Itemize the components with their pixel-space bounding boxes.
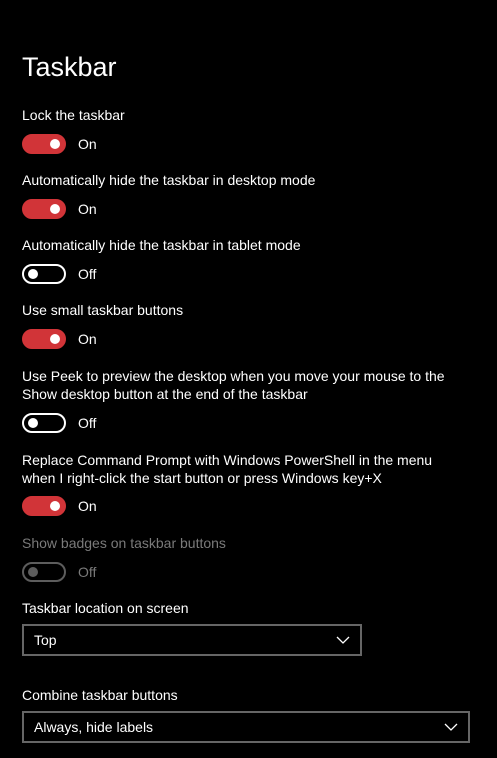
setting-label: Lock the taskbar bbox=[22, 107, 125, 123]
setting-autohide-desktop: Automatically hide the taskbar in deskto… bbox=[22, 171, 472, 219]
autohide-tablet-toggle[interactable] bbox=[22, 264, 66, 284]
badges-toggle bbox=[22, 562, 66, 582]
toggle-knob bbox=[50, 204, 60, 214]
setting-label: Use small taskbar buttons bbox=[22, 302, 184, 318]
autohide-desktop-toggle[interactable] bbox=[22, 199, 66, 219]
toggle-state-text: Off bbox=[78, 415, 97, 431]
setting-combine-buttons: Combine taskbar buttons Always, hide lab… bbox=[22, 686, 472, 743]
setting-label: Automatically hide the taskbar in tablet… bbox=[22, 237, 301, 253]
setting-peek: Use Peek to preview the desktop when you… bbox=[22, 367, 472, 433]
combine-buttons-dropdown[interactable]: Always, hide labels bbox=[22, 711, 470, 743]
toggle-knob bbox=[28, 567, 38, 577]
powershell-toggle[interactable] bbox=[22, 496, 66, 516]
toggle-state-text: On bbox=[78, 331, 97, 347]
toggle-state-text: On bbox=[78, 136, 97, 152]
setting-powershell: Replace Command Prompt with Windows Powe… bbox=[22, 451, 472, 516]
lock-taskbar-toggle[interactable] bbox=[22, 134, 66, 154]
toggle-knob bbox=[28, 269, 38, 279]
combine-buttons-value: Always, hide labels bbox=[34, 719, 154, 735]
chevron-down-icon bbox=[336, 636, 350, 644]
chevron-down-icon bbox=[444, 723, 458, 731]
setting-label: Automatically hide the taskbar in deskto… bbox=[22, 172, 316, 188]
setting-label-line-1: Use Peek to preview the desktop when you… bbox=[22, 368, 445, 384]
toggle-knob bbox=[50, 501, 60, 511]
setting-small-buttons: Use small taskbar buttons On bbox=[22, 301, 472, 349]
setting-autohide-tablet: Automatically hide the taskbar in tablet… bbox=[22, 236, 472, 284]
toggle-state-text: Off bbox=[78, 266, 97, 282]
toggle-knob bbox=[50, 334, 60, 344]
toggle-state-text: On bbox=[78, 498, 97, 514]
setting-label-line-2: when I right-click the start button or p… bbox=[22, 470, 382, 486]
toggle-knob bbox=[50, 139, 60, 149]
setting-label-line-1: Replace Command Prompt with Windows Powe… bbox=[22, 452, 433, 468]
combine-buttons-label: Combine taskbar buttons bbox=[22, 687, 178, 703]
taskbar-location-dropdown[interactable]: Top bbox=[22, 624, 362, 656]
setting-lock-taskbar: Lock the taskbar On bbox=[22, 106, 472, 154]
setting-taskbar-location: Taskbar location on screen Top bbox=[22, 599, 472, 656]
taskbar-location-label: Taskbar location on screen bbox=[22, 600, 189, 616]
setting-badges: Show badges on taskbar buttons Off bbox=[22, 534, 472, 582]
setting-label-line-2: Show desktop button at the end of the ta… bbox=[22, 386, 308, 402]
toggle-state-text: Off bbox=[78, 564, 97, 580]
setting-label: Show badges on taskbar buttons bbox=[22, 535, 226, 551]
toggle-knob bbox=[28, 418, 38, 428]
toggle-state-text: On bbox=[78, 201, 97, 217]
taskbar-location-value: Top bbox=[34, 632, 57, 648]
peek-toggle[interactable] bbox=[22, 413, 66, 433]
page-title: Taskbar bbox=[22, 52, 117, 82]
small-buttons-toggle[interactable] bbox=[22, 329, 66, 349]
